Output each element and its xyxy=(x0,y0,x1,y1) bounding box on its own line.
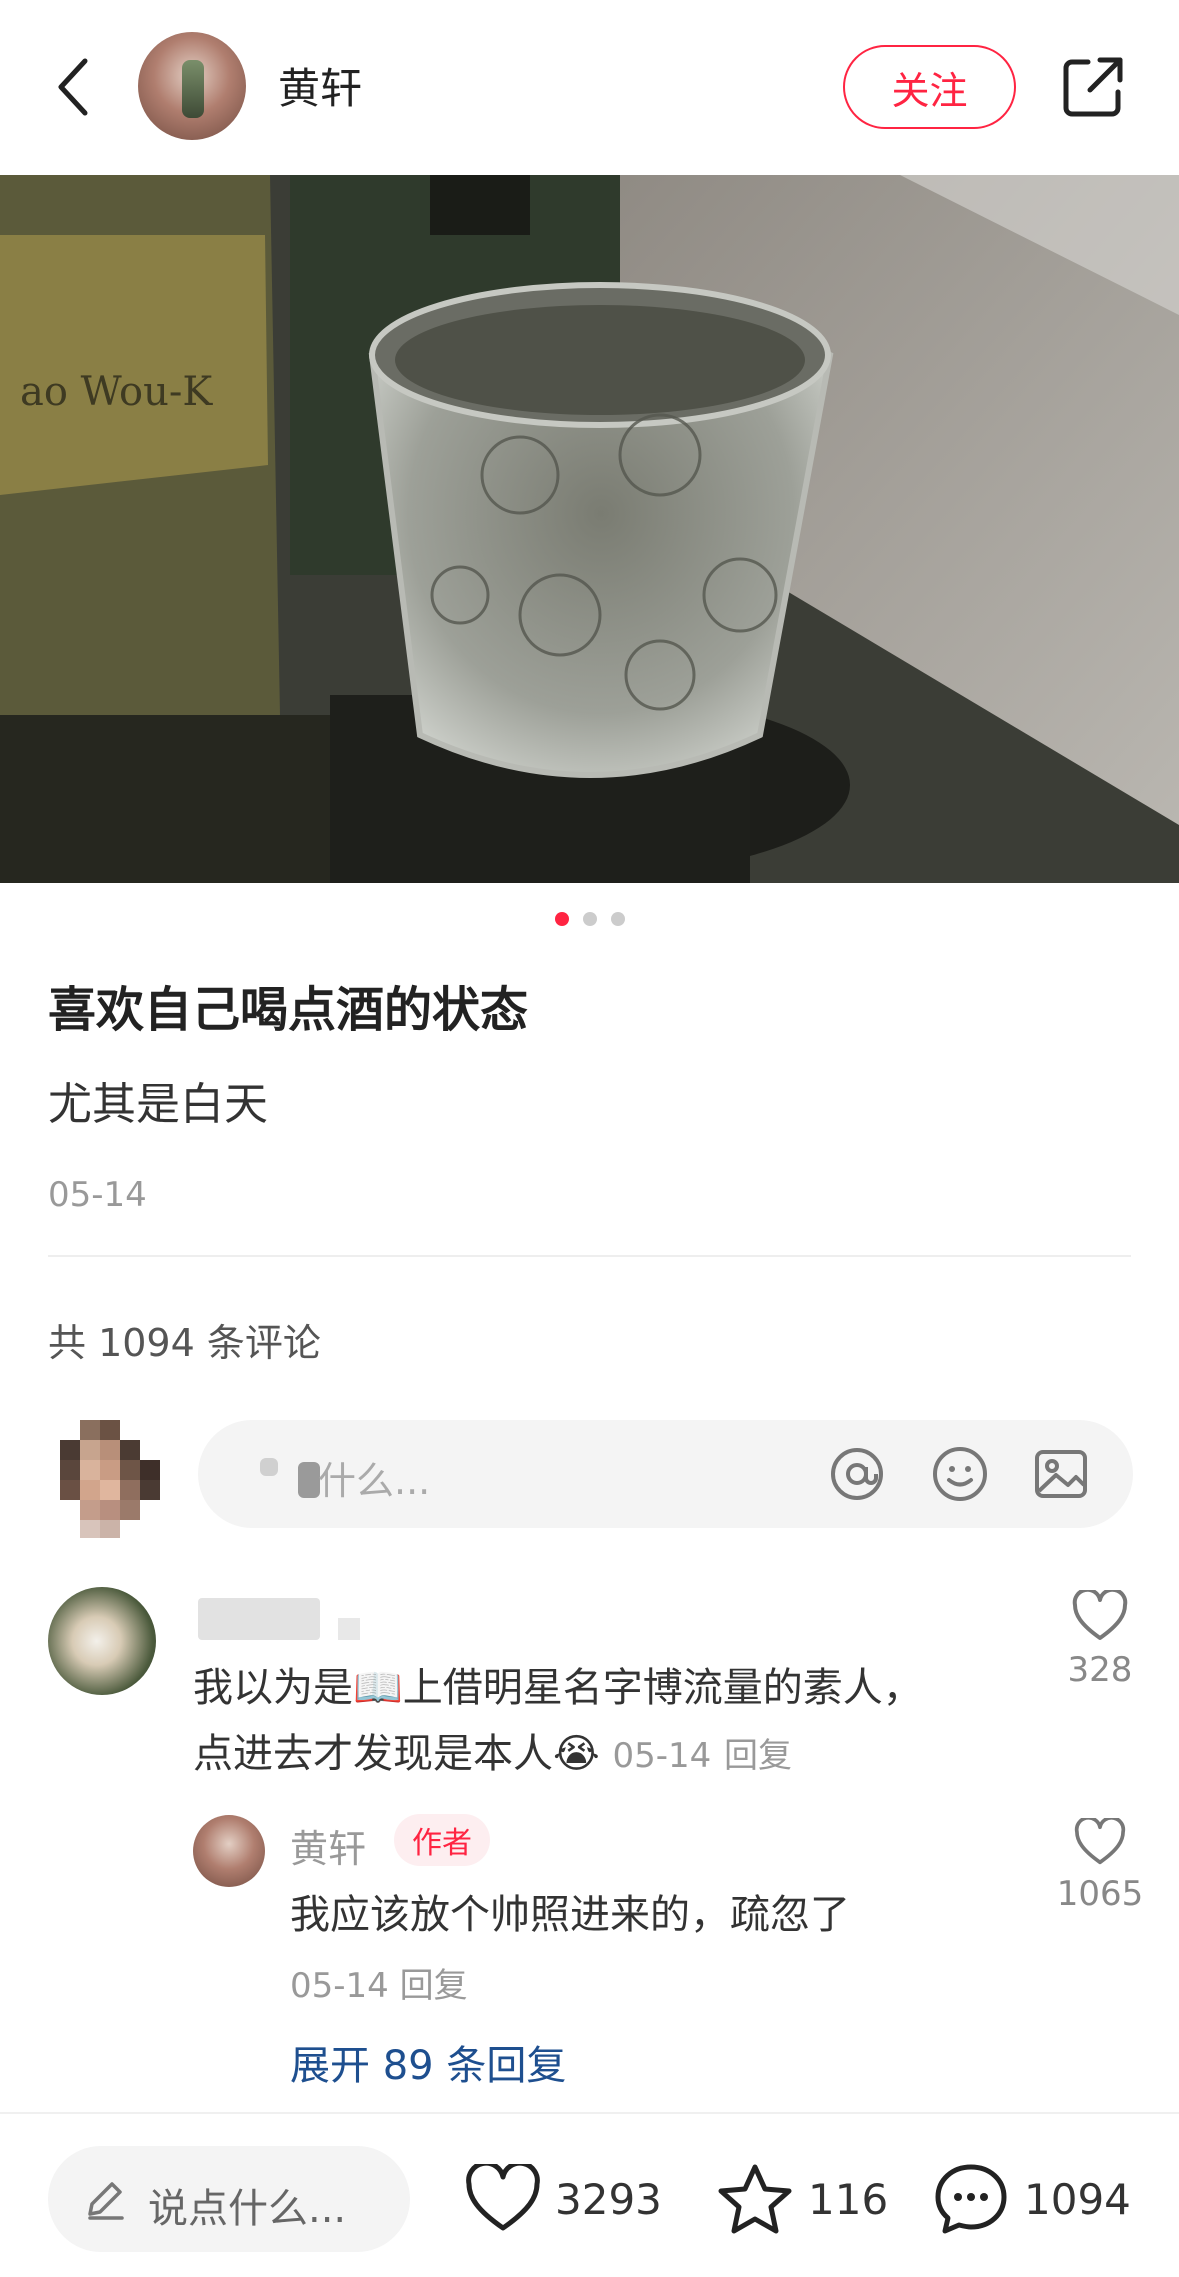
comment-date: 05-14 xyxy=(612,1736,712,1776)
top-nav-bar: 黄轩 关注 xyxy=(0,0,1179,175)
reply-author-name[interactable]: 黄轩 xyxy=(290,1818,366,1873)
back-button[interactable] xyxy=(48,52,98,122)
comment-line: 点进去才发现是本人😭 xyxy=(193,1731,600,1777)
collect-count: 116 xyxy=(808,2174,889,2224)
comment-bubble-icon xyxy=(935,2164,1007,2234)
reply-meta: 05-14 回复 xyxy=(290,1958,468,2007)
comment-input[interactable]: 什么... xyxy=(198,1420,1133,1528)
say-something-placeholder: 说点什么... xyxy=(148,2186,347,2232)
reply-date: 05-14 xyxy=(290,1966,389,2006)
commenter-avatar[interactable] xyxy=(48,1587,156,1695)
reply-text: 我应该放个帅照进来的，疏忽了 xyxy=(290,1892,850,1938)
author-badge: 作者 xyxy=(394,1814,490,1866)
divider xyxy=(48,1255,1131,1257)
like-button[interactable]: 3293 xyxy=(465,2154,662,2244)
post-body: 尤其是白天 xyxy=(48,1079,268,1130)
comment-like-count: 328 xyxy=(1067,1650,1133,1690)
post-photo[interactable]: ao Wou-K xyxy=(0,175,1179,883)
post-date: 05-14 xyxy=(48,1175,147,1215)
share-button[interactable] xyxy=(1058,52,1128,122)
star-icon xyxy=(718,2164,792,2234)
collect-button[interactable]: 116 xyxy=(716,2154,888,2244)
author-name[interactable]: 黄轩 xyxy=(278,55,362,116)
comment-line-2: 点进去才发现是本人😭 05-14 回复 xyxy=(193,1721,1013,1789)
post-title: 喜欢自己喝点酒的状态 xyxy=(48,982,529,1038)
comment-input-placeholder: 什么... xyxy=(318,1459,431,1503)
comment-count: 共 1094 条评论 xyxy=(48,1321,321,1365)
reply-like-count: 1065 xyxy=(1056,1874,1144,1914)
comment-reply-button[interactable]: 回复 xyxy=(724,1736,792,1776)
image-icon[interactable] xyxy=(1032,1445,1090,1503)
at-mention-icon[interactable] xyxy=(828,1445,886,1503)
photo-image: ao Wou-K xyxy=(0,175,1179,883)
share-icon xyxy=(1063,57,1123,117)
comment-like[interactable]: 328 xyxy=(1040,1590,1160,1690)
reply-like[interactable]: 1065 xyxy=(1040,1818,1160,1914)
carousel-dot[interactable] xyxy=(554,912,569,926)
carousel-indicator xyxy=(0,912,1179,928)
bottom-action-bar: 说点什么... 3293 116 1094 xyxy=(0,2112,1179,2277)
comment-text: 我以为是📖上借明星名字博流量的素人， 点进去才发现是本人😭 05-14 回复 xyxy=(193,1655,1013,1789)
like-count: 3293 xyxy=(555,2174,662,2224)
emoji-icon[interactable] xyxy=(931,1445,989,1503)
heart-icon[interactable] xyxy=(1072,1590,1128,1642)
reply-author-avatar[interactable] xyxy=(193,1815,265,1887)
heart-icon[interactable] xyxy=(1074,1818,1126,1866)
svg-text:ao Wou-K: ao Wou-K xyxy=(20,369,213,415)
my-avatar xyxy=(60,1420,160,1538)
carousel-dot[interactable] xyxy=(582,912,597,926)
follow-button[interactable]: 关注 xyxy=(843,45,1016,129)
comment-line: 我以为是📖上借明星名字博流量的素人， xyxy=(193,1665,923,1711)
heart-icon xyxy=(466,2164,540,2231)
comment-total-count: 1094 xyxy=(1024,2174,1131,2224)
say-something-input[interactable]: 说点什么... xyxy=(48,2146,410,2252)
carousel-dot[interactable] xyxy=(610,912,625,926)
reply-reply-button[interactable]: 回复 xyxy=(400,1966,468,2006)
comment-button[interactable]: 1094 xyxy=(932,2154,1131,2244)
chevron-left-icon xyxy=(58,58,88,116)
expand-replies-link[interactable]: 展开 89 条回复 xyxy=(290,2033,566,2091)
author-avatar[interactable] xyxy=(138,32,246,140)
pencil-icon xyxy=(88,2182,124,2220)
